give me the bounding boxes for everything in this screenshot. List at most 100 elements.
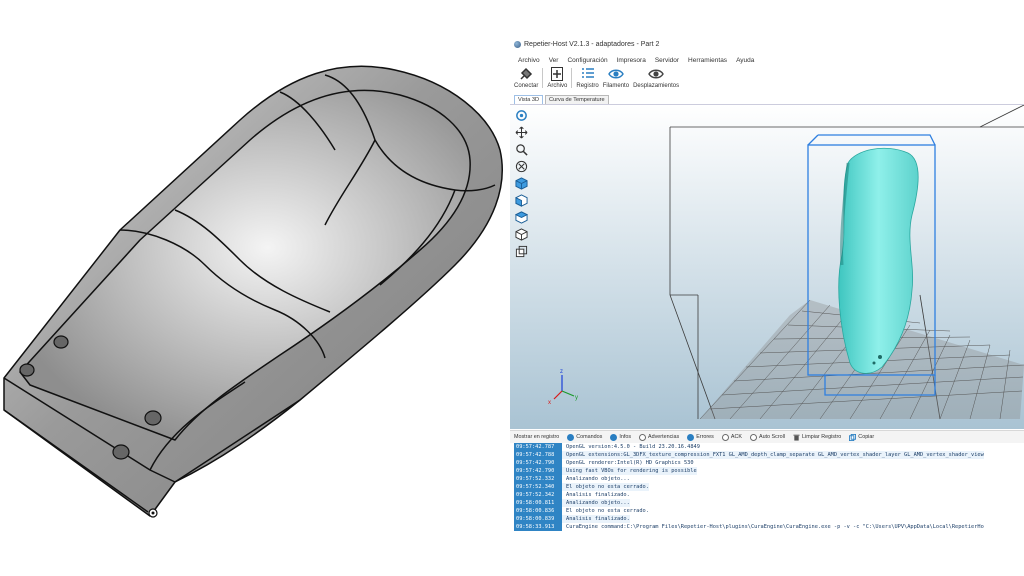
- copy-icon: [849, 433, 857, 441]
- menu-bar: Archivo Ver Configuración Impresora Serv…: [510, 54, 754, 66]
- log-time: 09:57:42.787: [514, 443, 562, 451]
- toolbar-separator: [542, 68, 544, 88]
- iso-view-button[interactable]: [514, 176, 528, 190]
- log-row: 09:58:00.811 Analizando objeto...: [514, 499, 1024, 507]
- filament-button[interactable]: Filamento: [603, 66, 629, 89]
- clear-log-button[interactable]: Limpiar Registro: [793, 434, 841, 441]
- menu-printer[interactable]: Impresora: [617, 57, 646, 64]
- copy-log-label: Copiar: [858, 434, 875, 440]
- log-time: 09:58:00.811: [514, 499, 562, 507]
- toolbar-separator: [571, 68, 573, 88]
- zoom-view-button[interactable]: [514, 142, 528, 156]
- plug-icon: [520, 67, 533, 80]
- move-icon: [515, 126, 527, 138]
- copy-log-button[interactable]: Copiar: [849, 433, 875, 441]
- filter-ack[interactable]: ACK: [721, 433, 742, 441]
- clear-log-label: Limpiar Registro: [802, 434, 842, 440]
- filter-label: Auto Scroll: [758, 434, 786, 440]
- connect-label: Conectar: [514, 83, 539, 89]
- tab-3d-view[interactable]: Vista 3D: [514, 95, 544, 104]
- title-bar: Repetier-Host V2.1.3 - adaptadores - Par…: [510, 38, 1024, 50]
- log-message: Analizando objeto...: [562, 499, 630, 507]
- log-panel[interactable]: 09:57:42.787 OpenGL version:4.5.0 - Build…: [514, 443, 1024, 538]
- app-logo-icon: [514, 40, 521, 48]
- log-time: 09:57:52.342: [514, 491, 562, 499]
- radio-indicator: [749, 433, 757, 441]
- log-time: 09:57:42.790: [514, 467, 562, 475]
- radio-indicator: [721, 433, 729, 441]
- filter-errors[interactable]: Errores: [687, 433, 714, 441]
- svg-text:x: x: [548, 400, 551, 406]
- fit-icon: [515, 160, 527, 172]
- log-message: OpenGL extensions:GL_3DFX_texture_compre…: [562, 451, 984, 459]
- log-filter-bar: Mostrar en registro Comandos Infos Adver…: [510, 430, 1024, 443]
- window-title: Repetier-Host V2.1.3 - adaptadores - Par…: [524, 40, 660, 48]
- move-view-button[interactable]: [514, 125, 528, 139]
- menu-tools[interactable]: Herramientas: [688, 57, 727, 64]
- top-view-button[interactable]: [514, 210, 528, 224]
- 3d-viewport[interactable]: z y x: [510, 104, 1024, 429]
- filter-label: Errores: [696, 434, 714, 440]
- rotate-icon: [515, 109, 527, 121]
- radio-indicator: [639, 433, 647, 441]
- travel-label: Desplazamientos: [633, 83, 680, 89]
- screw-hole: [112, 444, 130, 460]
- log-row: 09:58:00.839 Analisis finalizado.: [514, 515, 1024, 523]
- radio-indicator: [610, 433, 618, 441]
- side-view-button[interactable]: [514, 227, 528, 241]
- eye-icon: [648, 69, 664, 79]
- log-row: 09:57:42.790 OpenGL renderer:Intel(R) HD …: [514, 459, 1024, 467]
- log-time: 09:57:42.790: [514, 459, 562, 467]
- log-time: 09:58:33.913: [514, 523, 562, 531]
- log-time: 09:57:52.332: [514, 475, 562, 483]
- menu-file[interactable]: Archivo: [518, 57, 540, 64]
- log-row: 09:58:33.913 CuraEngine command:C:\Progra…: [514, 523, 1024, 531]
- rotate-view-button[interactable]: [514, 108, 528, 122]
- log-label: Registro: [576, 83, 599, 89]
- shoe-insert-model: [3, 65, 503, 517]
- log-message: Using fast VBOs for rendering is possibl…: [562, 467, 697, 475]
- screw-hole: [19, 363, 35, 377]
- eye-icon: [608, 69, 624, 79]
- menu-server[interactable]: Servidor: [655, 57, 679, 64]
- filter-label: Comandos: [576, 434, 603, 440]
- log-button[interactable]: Registro: [576, 66, 599, 89]
- front-view-button[interactable]: [514, 193, 528, 207]
- zoom-icon: [515, 143, 528, 156]
- log-message: CuraEngine command:C:\Program Files\Repe…: [562, 523, 984, 531]
- log-message: El objeto no esta cerrado.: [562, 507, 649, 515]
- parallel-view-button[interactable]: [514, 244, 528, 258]
- menu-view[interactable]: Ver: [549, 57, 559, 64]
- view-tools: [514, 108, 528, 258]
- view-tabs: Vista 3D Curva de Temperature: [514, 95, 609, 104]
- log-time: 09:58:00.839: [514, 515, 562, 523]
- add-file-icon: [551, 67, 564, 81]
- log-row: 09:57:52.342 Analisis finalizado.: [514, 491, 1024, 499]
- filter-auto-scroll[interactable]: Auto Scroll: [749, 433, 786, 441]
- log-row: 09:57:42.787 OpenGL version:4.5.0 - Build…: [514, 443, 1024, 451]
- list-icon: [581, 68, 594, 78]
- filter-warnings[interactable]: Advertencias: [639, 433, 680, 441]
- svg-text:z: z: [560, 369, 563, 375]
- connect-button[interactable]: Conectar: [514, 66, 538, 89]
- menu-config[interactable]: Configuración: [567, 57, 607, 64]
- log-message: Analizando objeto...: [562, 475, 630, 483]
- log-message: Analisis finalizado.: [562, 515, 630, 523]
- filter-label: ACK: [730, 434, 742, 440]
- cube-front-icon: [514, 193, 528, 207]
- menu-help[interactable]: Ayuda: [736, 57, 754, 64]
- filter-label: Advertencias: [648, 434, 680, 440]
- screw-hole: [53, 335, 69, 349]
- fit-view-button[interactable]: [514, 159, 528, 173]
- radio-indicator: [687, 433, 695, 441]
- filter-infos[interactable]: Infos: [610, 433, 631, 441]
- copy-view-icon: [515, 245, 527, 257]
- travel-button[interactable]: Desplazamientos: [633, 66, 679, 89]
- log-row: 09:58:00.836 El objeto no esta cerrado.: [514, 507, 1024, 515]
- log-time: 09:57:42.788: [514, 451, 562, 459]
- tab-temperature-curve[interactable]: Curva de Temperature: [545, 95, 609, 104]
- file-button[interactable]: Archivo: [547, 66, 567, 89]
- screw-hole: [144, 410, 162, 426]
- log-row: 09:57:52.340 El objeto no esta cerrado.: [514, 483, 1024, 491]
- filter-commands[interactable]: Comandos: [567, 433, 603, 441]
